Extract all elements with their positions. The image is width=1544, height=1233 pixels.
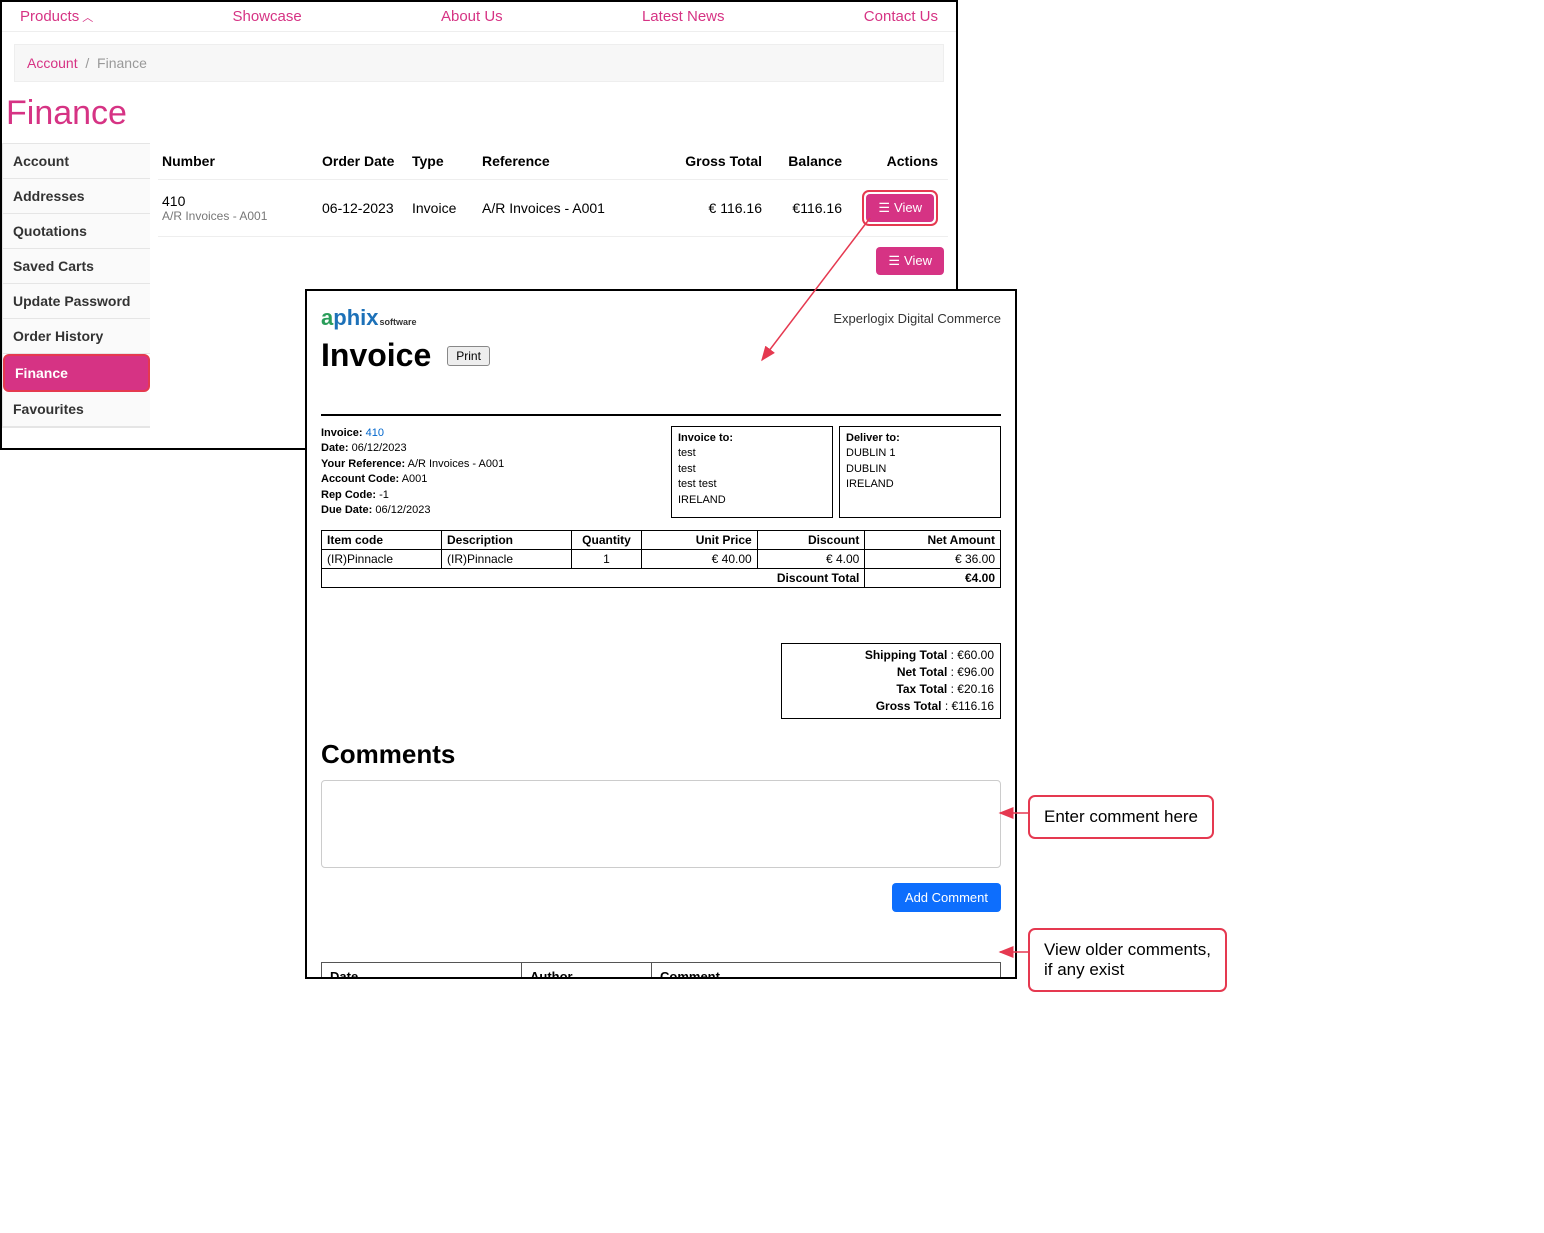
table-row-2: ☰View <box>158 237 948 285</box>
sidebar-item-addresses[interactable]: Addresses <box>3 179 150 214</box>
breadcrumb-account[interactable]: Account <box>27 55 78 71</box>
chevron-up-icon: ︿ <box>82 12 93 24</box>
nav-news[interactable]: Latest News <box>642 8 725 25</box>
print-button[interactable]: Print <box>447 346 490 366</box>
breadcrumb-current: Finance <box>97 55 147 71</box>
top-nav: Products︿ Showcase About Us Latest News … <box>2 2 956 32</box>
totals-box: Shipping Total : €60.00 Net Total : €96.… <box>781 643 1001 718</box>
comments-table: Date Author Comment 2024-03-11 13:04:56 … <box>321 962 1001 979</box>
invoice-meta: Invoice: 410 Date: 06/12/2023 Your Refer… <box>321 426 665 518</box>
annotation-enter-comment: Enter comment here <box>1028 795 1214 839</box>
sidebar-item-saved-carts[interactable]: Saved Carts <box>3 249 150 284</box>
aphix-logo: aphixsoftware <box>321 305 417 331</box>
sidebar: Account Addresses Quotations Saved Carts… <box>2 143 150 428</box>
sidebar-item-order-history[interactable]: Order History <box>3 319 150 354</box>
annotation-view-older: View older comments,if any exist <box>1028 928 1227 992</box>
items-table: Item code Description Quantity Unit Pric… <box>321 530 1001 588</box>
sidebar-item-quotations[interactable]: Quotations <box>3 214 150 249</box>
comments-heading: Comments <box>321 739 1001 770</box>
nav-about[interactable]: About Us <box>441 8 503 25</box>
row-gross: € 116.16 <box>672 200 762 216</box>
row-reference: A/R Invoices - A001 <box>482 200 672 216</box>
invoice-panel: aphixsoftware Experlogix Digital Commerc… <box>305 289 1017 979</box>
sidebar-item-account[interactable]: Account <box>3 144 150 179</box>
items-row: (IR)Pinnacle (IR)Pinnacle 1 € 40.00 € 4.… <box>322 550 1001 569</box>
items-header: Item code Description Quantity Unit Pric… <box>322 531 1001 550</box>
nav-contact[interactable]: Contact Us <box>864 8 938 25</box>
comment-input[interactable] <box>321 780 1001 868</box>
page-title: Finance <box>6 94 956 133</box>
row-balance: €116.16 <box>762 200 842 216</box>
discount-total-row: Discount Total €4.00 <box>322 569 1001 588</box>
nav-products[interactable]: Products︿ <box>20 8 93 25</box>
list-icon: ☰ <box>878 200 890 215</box>
table-header: Number Order Date Type Reference Gross T… <box>158 143 948 180</box>
view-button-2[interactable]: ☰View <box>876 247 944 275</box>
deliver-to-box: Deliver to: DUBLIN 1 DUBLIN IRELAND <box>839 426 1001 518</box>
row-number: 410 <box>162 193 322 209</box>
company-name: Experlogix Digital Commerce <box>833 311 1001 326</box>
invoice-to-box: Invoice to: test test test test IRELAND <box>671 426 833 518</box>
sidebar-item-finance[interactable]: Finance <box>3 354 150 392</box>
row-type: Invoice <box>412 200 482 216</box>
row-date: 06-12-2023 <box>322 200 412 216</box>
table-row: 410 A/R Invoices - A001 06-12-2023 Invoi… <box>158 180 948 237</box>
add-comment-button[interactable]: Add Comment <box>892 883 1001 912</box>
sidebar-item-update-password[interactable]: Update Password <box>3 284 150 319</box>
invoice-number-link[interactable]: 410 <box>366 427 384 439</box>
view-button[interactable]: ☰View <box>866 194 934 222</box>
row-subref: A/R Invoices - A001 <box>162 209 322 223</box>
sidebar-item-favourites[interactable]: Favourites <box>3 392 150 427</box>
nav-showcase[interactable]: Showcase <box>232 8 301 25</box>
invoice-title: Invoice <box>321 337 431 374</box>
breadcrumb: Account / Finance <box>14 44 944 82</box>
list-icon: ☰ <box>888 253 900 268</box>
